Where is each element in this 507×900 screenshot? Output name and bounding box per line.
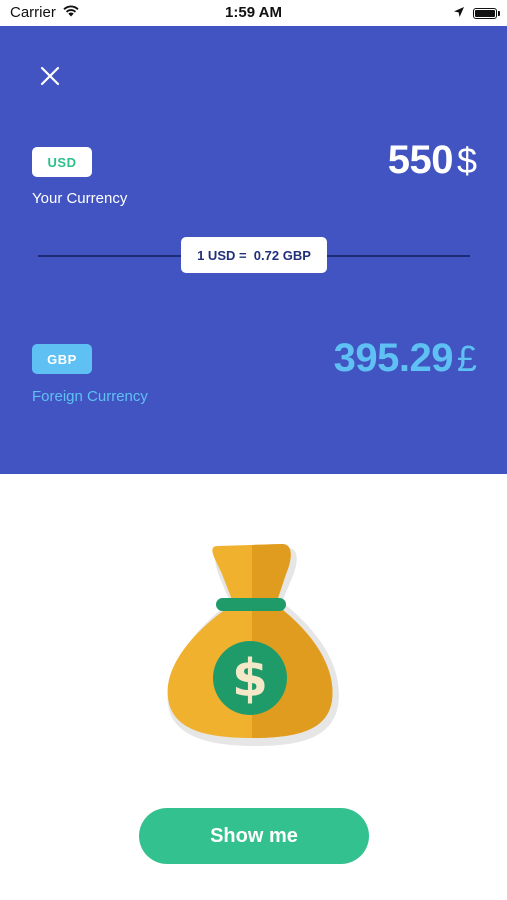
location-arrow-icon	[453, 5, 465, 22]
battery-icon	[473, 8, 500, 19]
target-amount: 395.29 £	[334, 336, 477, 381]
source-amount[interactable]: 550 $	[388, 138, 477, 183]
money-bag-icon: $	[160, 540, 340, 746]
show-me-button[interactable]: Show me	[139, 808, 369, 864]
target-amount-value: 395.29	[333, 336, 454, 380]
converter-panel: USD Your Currency 550 $ 1 USD = 0.72 GBP…	[0, 26, 507, 474]
target-currency-badge[interactable]: GBP	[32, 344, 92, 374]
status-right	[453, 5, 500, 22]
money-bag-glyph: $	[232, 649, 268, 709]
source-currency-badge[interactable]: USD	[32, 147, 92, 177]
target-currency-label: Foreign Currency	[32, 388, 148, 405]
source-currency-label: Your Currency	[32, 190, 128, 207]
status-time: 1:59 AM	[225, 4, 282, 21]
status-bar: Carrier 1:59 AM	[0, 0, 507, 26]
close-button[interactable]	[36, 62, 64, 90]
battery-level	[475, 10, 495, 17]
target-currency-symbol: £	[456, 338, 477, 379]
close-icon	[40, 66, 60, 86]
screen: Carrier 1:59 AM USD Your Currency 550 $ …	[0, 0, 507, 900]
source-amount-value: 550	[387, 138, 454, 182]
source-currency-symbol: $	[456, 140, 477, 181]
exchange-rate-pill: 1 USD = 0.72 GBP	[181, 237, 327, 273]
